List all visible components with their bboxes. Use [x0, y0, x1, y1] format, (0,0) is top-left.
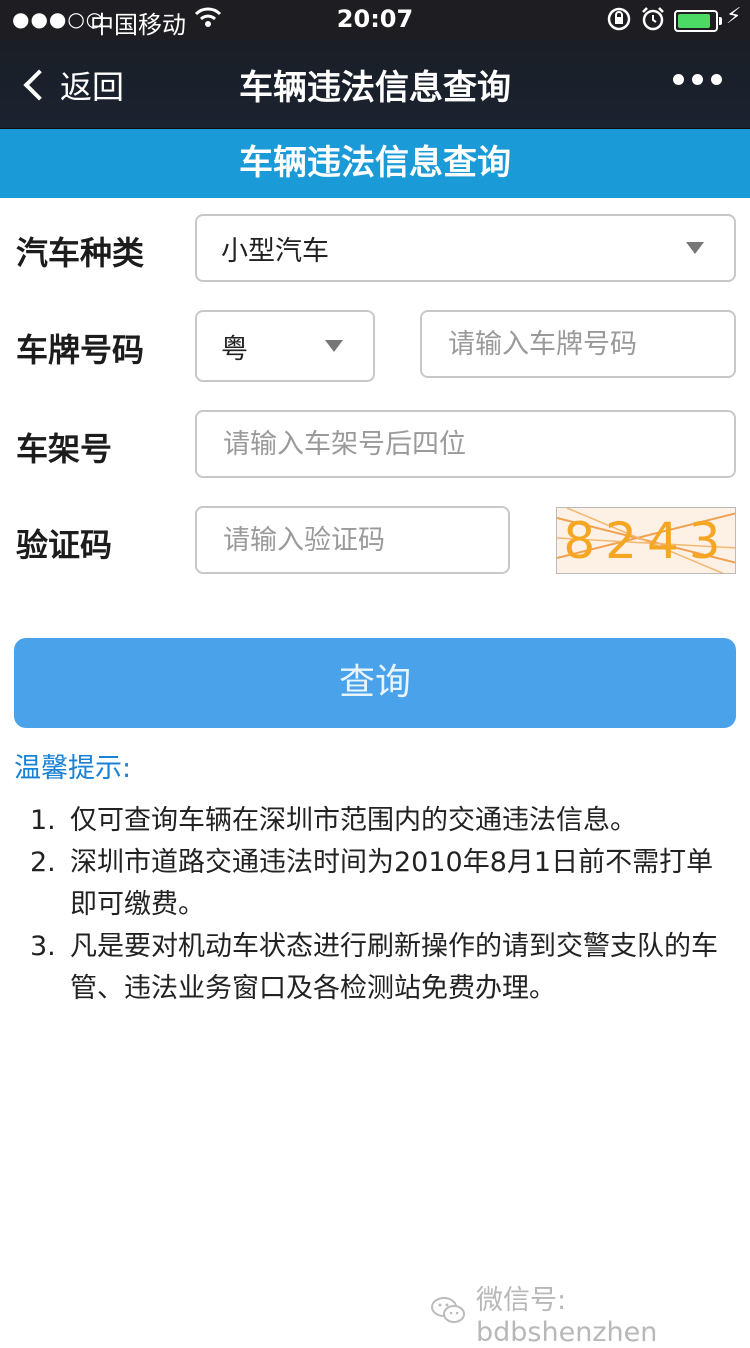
watermark-text: 微信号: bdbshenzhen: [476, 1285, 658, 1348]
status-time: 20:07: [336, 5, 414, 33]
alarm-icon: [640, 6, 666, 38]
province-select[interactable]: 粤: [195, 310, 375, 382]
list-item: 1. 仅可查询车辆在深圳市范围内的交通违法信息。: [30, 800, 720, 842]
captcha-input-box: [195, 506, 510, 574]
more-dot-icon: [692, 74, 703, 85]
navigation-bar: 返回 车辆违法信息查询: [0, 40, 750, 129]
captcha-image[interactable]: 8243: [556, 507, 736, 574]
status-bar: ●●●○○ 中国移动 20:07 ⚡: [0, 0, 750, 40]
plate-number-input[interactable]: [446, 327, 734, 361]
province-value: 粤: [221, 333, 248, 365]
plate-number-label: 车牌号码: [16, 331, 145, 369]
more-dot-icon: [711, 74, 722, 85]
frame-number-input[interactable]: [221, 427, 734, 461]
tip-number: 2.: [30, 847, 56, 878]
more-dot-icon: [673, 74, 684, 85]
battery-nub: [719, 17, 722, 25]
battery-icon: [674, 10, 722, 32]
tip-text: 深圳市道路交通违法时间为2010年8月1日前不需打单即可缴费。: [70, 847, 714, 920]
car-type-value: 小型汽车: [221, 235, 329, 267]
more-options-button[interactable]: [673, 74, 722, 85]
dropdown-arrow-icon: [686, 242, 704, 254]
plate-number-input-box: [420, 310, 736, 378]
captcha-code: 8243: [563, 512, 731, 570]
list-item: 2. 深圳市道路交通违法时间为2010年8月1日前不需打单即可缴费。: [30, 842, 720, 926]
list-item: 3. 凡是要对机动车状态进行刷新操作的请到交警支队的车管、违法业务窗口及各检测站…: [30, 926, 720, 1010]
car-type-label: 汽车种类: [16, 234, 145, 272]
frame-number-label: 车架号: [16, 430, 113, 468]
wechat-watermark: 微信号: bdbshenzhen: [430, 1278, 750, 1348]
tip-number: 1.: [30, 805, 56, 836]
dropdown-arrow-icon: [325, 340, 343, 352]
tip-number: 3.: [30, 931, 56, 962]
wechat-logo-icon: [430, 1295, 466, 1332]
orientation-lock-icon: [606, 6, 632, 38]
frame-number-input-box: [195, 410, 736, 478]
captcha-label: 验证码: [16, 526, 113, 564]
tips-list: 1. 仅可查询车辆在深圳市范围内的交通违法信息。 2. 深圳市道路交通违法时间为…: [30, 800, 720, 1010]
tip-text: 仅可查询车辆在深圳市范围内的交通违法信息。: [70, 805, 637, 836]
charging-icon: ⚡: [726, 4, 742, 29]
tip-text: 凡是要对机动车状态进行刷新操作的请到交警支队的车管、违法业务窗口及各检测站免费办…: [70, 931, 718, 1004]
tips-title: 温馨提示:: [14, 753, 132, 784]
captcha-input[interactable]: [221, 523, 508, 557]
query-button[interactable]: 查询: [14, 638, 736, 728]
section-banner: 车辆违法信息查询: [0, 129, 750, 198]
page-title: 车辆违法信息查询: [239, 68, 511, 108]
battery-fill: [678, 14, 710, 28]
car-type-select[interactable]: 小型汽车: [195, 214, 736, 282]
